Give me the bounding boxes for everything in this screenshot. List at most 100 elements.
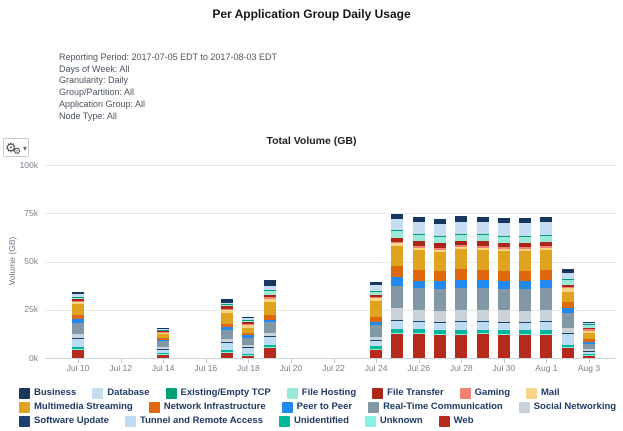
bar-segment[interactable] [455,333,468,335]
bar-segment[interactable] [455,269,468,280]
bar-segment[interactable] [433,251,446,272]
bar-segment[interactable] [497,310,510,322]
bar-segment[interactable] [221,330,234,339]
bar-segment[interactable] [433,289,446,311]
bar-segment[interactable] [561,332,574,334]
bar-segment[interactable] [72,297,84,300]
bar-segment[interactable] [583,355,595,356]
bar-segment[interactable] [157,328,170,329]
bar-segment[interactable] [263,333,276,336]
bar-segment[interactable] [583,324,595,328]
bar-segment[interactable] [476,288,489,310]
bar-segment[interactable] [519,322,532,323]
bar-segment[interactable] [455,334,468,358]
bar-segment[interactable] [476,309,489,322]
bar-segment[interactable] [157,354,170,358]
bar-segment[interactable] [72,297,84,298]
bar-segment[interactable] [561,288,574,292]
bar-segment[interactable] [476,333,489,335]
bar-segment[interactable] [370,316,383,322]
bar-segment[interactable] [370,296,383,299]
bar-segment[interactable] [242,318,255,320]
bar-segment[interactable] [519,223,532,237]
bar-segment[interactable] [519,322,532,331]
bar-segment[interactable] [242,335,255,338]
bar-segment[interactable] [497,223,510,236]
bar-segment[interactable] [540,333,553,335]
bar-segment[interactable] [561,347,574,348]
bar-segment[interactable] [561,269,574,273]
bar-segment[interactable] [433,334,446,358]
bar-segment[interactable] [561,347,574,358]
bar-segment[interactable] [242,324,255,326]
bar-segment[interactable] [561,344,574,348]
bar-segment[interactable] [540,269,553,281]
bar-segment[interactable] [476,234,489,236]
bar-segment[interactable] [497,334,510,358]
bar-segment[interactable] [540,321,553,330]
bar-segment[interactable] [476,249,489,270]
bar-segment[interactable] [476,217,489,223]
bar-segment[interactable] [391,320,404,321]
bar-segment[interactable] [476,280,489,289]
bar-segment[interactable] [72,334,84,338]
bar-segment[interactable] [455,221,468,234]
bar-segment[interactable] [221,350,234,352]
bar-segment[interactable] [540,217,553,223]
bar-segment[interactable] [72,314,84,320]
bar-segment[interactable] [157,333,170,339]
bar-segment[interactable] [221,299,234,303]
bar-segment[interactable] [412,321,425,330]
bar-segment[interactable] [370,291,383,295]
bar-segment[interactable] [391,286,404,309]
bar-segment[interactable] [412,249,425,270]
bar-segment[interactable] [157,329,170,331]
bar-segment[interactable] [455,279,468,288]
bar-segment[interactable] [370,290,383,292]
bar-segment[interactable] [412,269,425,281]
bar-segment[interactable] [476,329,489,334]
bar-segment[interactable] [476,321,489,330]
bar-segment[interactable] [561,327,574,333]
bar-segment[interactable] [72,346,84,349]
bar-segment[interactable] [242,347,255,354]
bar-segment[interactable] [391,219,404,231]
bar-segment[interactable] [263,302,276,315]
bar-segment[interactable] [433,271,446,282]
bar-segment[interactable] [391,332,404,334]
bar-segment[interactable] [391,230,404,232]
bar-segment[interactable] [391,265,404,278]
bar-segment[interactable] [242,325,255,328]
bar-segment[interactable] [72,301,84,305]
bar-segment[interactable] [412,217,425,222]
bar-segment[interactable] [412,235,425,242]
bar-segment[interactable] [519,334,532,335]
bar-segment[interactable] [412,321,425,322]
bar-segment[interactable] [433,219,446,224]
bar-segment[interactable] [561,301,574,308]
bar-segment[interactable] [583,342,595,345]
bar-segment[interactable] [412,246,425,248]
bar-segment[interactable] [583,324,595,325]
bar-segment[interactable] [455,309,468,322]
bar-segment[interactable] [370,298,383,302]
bar-segment[interactable] [540,280,553,288]
bar-segment[interactable] [370,346,383,349]
bar-segment[interactable] [242,337,255,346]
bar-segment[interactable] [242,355,255,358]
bar-segment[interactable] [412,333,425,358]
bar-segment[interactable] [433,249,446,252]
bar-segment[interactable] [221,308,234,311]
bar-segment[interactable] [476,235,489,242]
bar-segment[interactable] [370,321,383,325]
bar-segment[interactable] [221,352,234,353]
bar-segment[interactable] [263,347,276,358]
bar-segment[interactable] [583,339,595,343]
bar-segment[interactable] [519,330,532,335]
bar-segment[interactable] [433,334,446,335]
bar-segment[interactable] [455,321,468,322]
bar-segment[interactable] [370,301,383,317]
bar-segment[interactable] [540,249,553,270]
bar-segment[interactable] [370,349,383,358]
bar-segment[interactable] [561,291,574,302]
